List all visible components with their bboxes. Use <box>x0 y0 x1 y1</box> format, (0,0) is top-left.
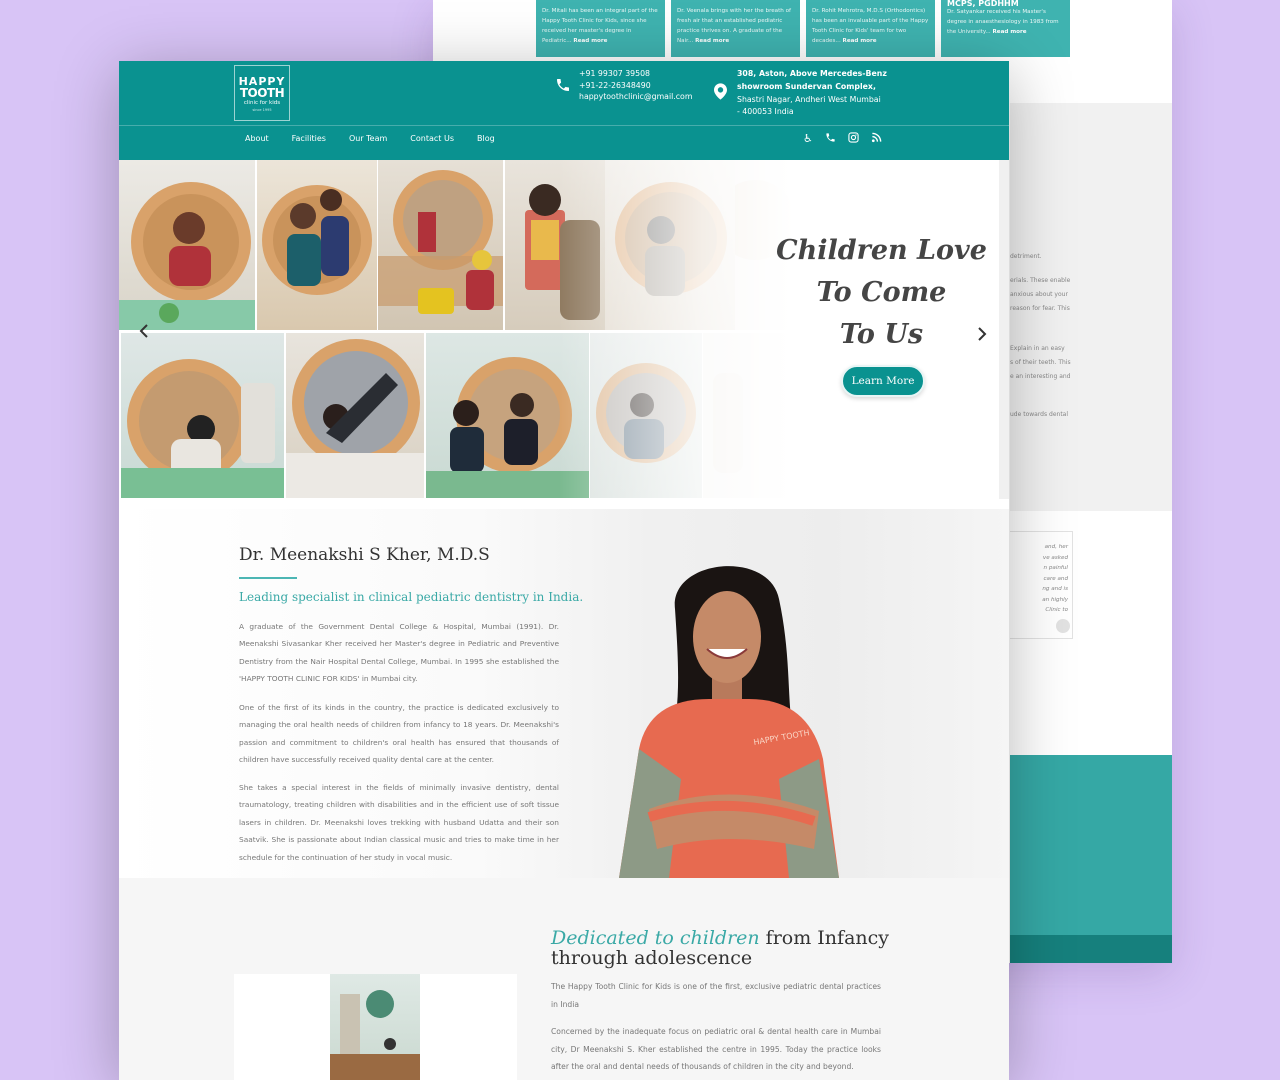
dedicated-paragraph: The Happy Tooth Clinic for Kids is one o… <box>551 982 881 1009</box>
testimonial-line: ng and is <box>1042 586 1068 592</box>
panel-text-line: s of their teeth. This <box>1010 359 1071 366</box>
email-link[interactable]: happytoothclinic@gmail.com <box>579 91 692 103</box>
kids-photo <box>121 333 284 498</box>
team-card[interactable]: Dr. Mitali has been an integral part of … <box>536 0 665 57</box>
website-page: HAPPY TOOTH clinic for kids since 1995 +… <box>119 61 1009 1080</box>
doctor-bio-paragraph: She takes a special interest in the fiel… <box>239 783 559 862</box>
instagram-icon[interactable] <box>848 132 859 146</box>
kids-photo <box>119 160 255 330</box>
testimonial-line: Clinic to <box>1045 607 1068 613</box>
kids-photo <box>378 160 503 330</box>
phone-number[interactable]: +91 99307 39508 <box>579 68 692 80</box>
location-pin-icon <box>714 83 727 104</box>
contact-address: 308, Aston, Above Mercedes-Benz showroom… <box>737 68 887 119</box>
learn-more-button[interactable]: Learn More <box>841 365 925 397</box>
teal-footer-strip <box>1010 935 1172 963</box>
testimonial-line: ve asked <box>1042 554 1068 561</box>
address-line: showroom Sundervan Complex, <box>737 81 876 91</box>
panel-text-line: ude towards dental <box>1010 411 1069 418</box>
clinic-photo <box>330 974 420 1080</box>
testimonial-line: and, her <box>1044 544 1068 550</box>
nav-item-contact-us[interactable]: Contact Us <box>410 134 454 143</box>
address-line: Shastri Nagar, Andheri West Mumbai <box>737 94 881 104</box>
team-card[interactable]: MCPS, PGDHHM Dr. Satyankar received his … <box>941 0 1070 57</box>
panel-text-line: detriment. <box>1010 253 1042 260</box>
doctor-portrait: HAPPY TOOTH <box>609 549 849 878</box>
nav-item-facilities[interactable]: Facilities <box>292 134 326 143</box>
logo-text: since 1995 <box>252 108 272 112</box>
kids-photo <box>257 160 377 330</box>
accessibility-icon[interactable]: ♿ <box>803 132 813 146</box>
doctor-bio-paragraph: One of the first of its kinds in the cou… <box>239 703 559 765</box>
hero-right-edge <box>999 160 1009 499</box>
kids-photo <box>286 333 424 498</box>
read-more-link[interactable]: Read more <box>695 38 729 44</box>
dedicated-section: Dedicated to children from Infancy throu… <box>119 878 1009 1080</box>
clinic-photo-card <box>234 974 517 1080</box>
hero-headline-line: To Come <box>816 277 947 308</box>
panel-text-line: reason for fear. This <box>1010 305 1070 312</box>
team-card-title: MCPS, PGDHHM <box>947 0 1019 8</box>
hero-headline-line: To Us <box>839 319 924 350</box>
nav-item-about[interactable]: About <box>245 134 269 143</box>
faq-text-panel: detriment. erials. These enable anxious … <box>1010 103 1172 511</box>
read-more-link[interactable]: Read more <box>993 29 1027 35</box>
site-header: HAPPY TOOTH clinic for kids since 1995 +… <box>119 61 1009 160</box>
testimonial-line: an highly <box>1042 596 1068 603</box>
address-line: - 400053 India <box>737 107 794 117</box>
hero-banner: Children Love To Come To Us Learn More <box>119 160 1009 499</box>
panel-text-line: Explain in an easy <box>1010 345 1065 352</box>
hero-headline-line: Children Love <box>776 235 987 266</box>
doctor-tagline: Leading specialist in clinical pediatric… <box>239 590 584 604</box>
phone-number[interactable]: +91-22-26348490 <box>579 80 692 92</box>
hero-headline: Children Love To Come To Us <box>769 230 994 356</box>
phone-icon[interactable] <box>825 132 836 146</box>
carousel-prev-arrow[interactable] <box>139 322 149 343</box>
dedicated-heading: Dedicated to children from Infancy throu… <box>551 928 891 968</box>
contact-phones: +91 99307 39508 +91-22-26348490 happytoo… <box>579 68 692 103</box>
social-links: ♿ <box>803 132 882 146</box>
panel-text-line: e an interesting and <box>1010 373 1071 380</box>
panel-text-line: erials. These enable <box>1010 277 1071 284</box>
carousel-dot[interactable] <box>1056 619 1070 633</box>
blog-feed-icon[interactable] <box>871 132 882 146</box>
testimonial-line: care and <box>1043 575 1068 582</box>
doctor-name: Dr. Meenakshi S Kher, M.D.S <box>239 545 490 565</box>
header-divider <box>119 125 1009 126</box>
nav-item-blog[interactable]: Blog <box>477 134 495 143</box>
team-cards-row: Dr. Mitali has been an integral part of … <box>536 0 1070 57</box>
phone-icon <box>555 77 571 97</box>
address-line: 308, Aston, Above Mercedes-Benz <box>737 69 887 78</box>
doctor-bio-paragraph: A graduate of the Government Dental Coll… <box>239 622 559 684</box>
dedicated-heading-accent: Dedicated to children <box>551 927 760 949</box>
read-more-link[interactable]: Read more <box>843 38 877 44</box>
title-underline <box>239 577 297 579</box>
doctor-profile-section: Dr. Meenakshi S Kher, M.D.S Leading spec… <box>119 509 1009 878</box>
main-nav: About Facilities Our Team Contact Us Blo… <box>245 134 518 143</box>
team-card[interactable]: Dr. Veenala brings with her the breath o… <box>671 0 800 57</box>
teal-footer-block <box>1010 755 1172 963</box>
nav-item-our-team[interactable]: Our Team <box>349 134 387 143</box>
site-logo[interactable]: HAPPY TOOTH clinic for kids since 1995 <box>234 65 290 121</box>
logo-text: TOOTH <box>239 86 285 100</box>
testimonial-line: n painful <box>1043 565 1068 571</box>
dedicated-paragraph: Concerned by the inadequate focus on ped… <box>551 1027 881 1071</box>
team-card[interactable]: Dr. Rohit Mehrotra, M.D.S (Orthodontics)… <box>806 0 935 57</box>
panel-text-line: anxious about your <box>1010 291 1068 298</box>
logo-text: clinic for kids <box>243 100 281 106</box>
read-more-link[interactable]: Read more <box>573 38 607 44</box>
